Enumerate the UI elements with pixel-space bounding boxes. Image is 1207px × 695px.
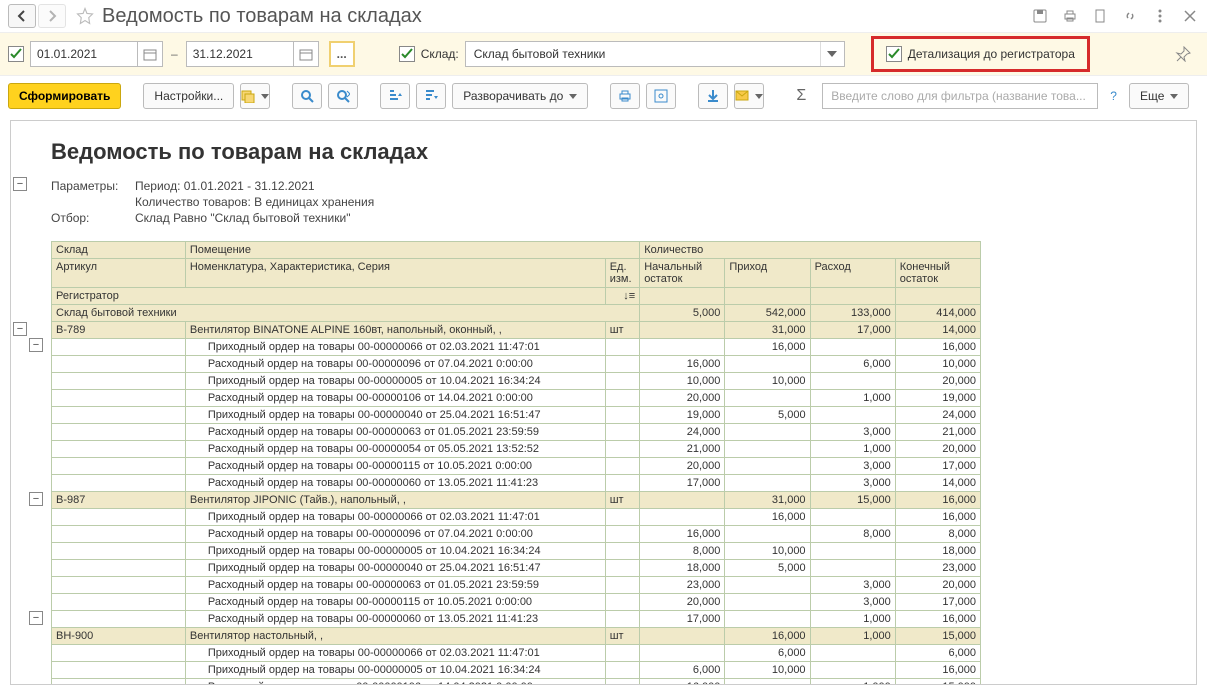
th-qty[interactable]: Количество xyxy=(640,242,981,259)
close-icon[interactable] xyxy=(1181,7,1199,25)
table-row[interactable]: Расходный ордер на товары 00-00000115 от… xyxy=(52,458,981,475)
th-out[interactable]: Расход xyxy=(810,259,895,288)
table-row[interactable]: В-789Вентилятор BINATONE ALPINE 160вт, н… xyxy=(52,322,981,339)
th-register[interactable]: Регистратор xyxy=(52,288,606,305)
table-row[interactable]: Расходный ордер на товары 00-00000063 от… xyxy=(52,424,981,441)
page-preview-icon[interactable] xyxy=(1091,7,1109,25)
table-row[interactable]: Приходный ордер на товары 00-00000040 от… xyxy=(52,407,981,424)
sort-indicator-icon[interactable]: ↓≡ xyxy=(605,288,639,305)
filter-bar: 01.01.2021 – 31.12.2021 ... Склад: Склад… xyxy=(0,32,1207,76)
table-row[interactable]: Расходный ордер на товары 00-00000060 от… xyxy=(52,475,981,492)
table-row[interactable]: Приходный ордер на товары 00-00000066 от… xyxy=(52,645,981,662)
report-area[interactable]: − − − − − Ведомость по товарам на склада… xyxy=(10,120,1197,685)
filter-value: Склад Равно "Склад бытовой техники" xyxy=(135,211,350,225)
expand-all-icon[interactable] xyxy=(380,83,410,109)
find-next-button[interactable] xyxy=(328,83,358,109)
settings-variants-button[interactable] xyxy=(240,83,270,109)
print-button[interactable] xyxy=(610,83,640,109)
settings-button[interactable]: Настройки... xyxy=(143,83,234,109)
generate-button[interactable]: Сформировать xyxy=(8,83,121,109)
back-button[interactable] xyxy=(8,4,36,28)
page-title: Ведомость по товарам на складах xyxy=(102,5,1031,28)
print-icon[interactable] xyxy=(1061,7,1079,25)
th-nomen[interactable]: Номенклатура, Характеристика, Серия xyxy=(185,259,605,288)
th-end[interactable]: Конечный остаток xyxy=(895,259,980,288)
table-row[interactable]: Расходный ордер на товары 00-00000096 от… xyxy=(52,526,981,543)
table-row[interactable]: Расходный ордер на товары 00-00000096 от… xyxy=(52,356,981,373)
table-row[interactable]: Приходный ордер на товары 00-00000040 от… xyxy=(52,560,981,577)
th-in[interactable]: Приход xyxy=(725,259,810,288)
calendar-to-icon[interactable] xyxy=(293,41,319,67)
th-warehouse[interactable]: Склад xyxy=(52,242,186,259)
detail-checkbox[interactable] xyxy=(886,46,902,62)
pin-icon[interactable] xyxy=(1175,46,1191,62)
date-from-input[interactable]: 01.01.2021 xyxy=(30,41,138,67)
collapse-toggle-1[interactable]: − xyxy=(13,177,27,191)
report-table: Склад Помещение Количество Артикул Номен… xyxy=(51,241,981,685)
th-article[interactable]: Артикул xyxy=(52,259,186,288)
detail-to-register-option: Детализация до регистратора xyxy=(871,36,1090,72)
table-row[interactable]: Расходный ордер на товары 00-00000060 от… xyxy=(52,611,981,628)
warehouse-label: Склад: xyxy=(421,47,459,61)
toolbar: Сформировать Настройки... Разворачивать … xyxy=(0,76,1207,116)
table-row[interactable]: Расходный ордер на товары 00-00000115 от… xyxy=(52,594,981,611)
warehouse-combo[interactable]: Склад бытовой техники xyxy=(465,41,845,67)
dropdown-arrow-icon[interactable] xyxy=(820,42,844,66)
table-row[interactable]: Расходный ордер на товары 00-00000106 от… xyxy=(52,679,981,686)
period-checkbox[interactable] xyxy=(8,46,24,62)
table-row[interactable]: Приходный ордер на товары 00-00000005 от… xyxy=(52,373,981,390)
warehouse-value: Склад бытовой техники xyxy=(466,47,820,61)
collapse-all-icon[interactable] xyxy=(416,83,446,109)
collapse-toggle-3[interactable]: − xyxy=(29,338,43,352)
kebab-menu-icon[interactable] xyxy=(1151,7,1169,25)
report-title: Ведомость по товарам на складах xyxy=(51,139,1196,165)
table-row[interactable]: Приходный ордер на товары 00-00000066 от… xyxy=(52,509,981,526)
params-value-1: Количество товаров: В единицах хранения xyxy=(135,195,374,209)
table-row[interactable]: Приходный ордер на товары 00-00000005 от… xyxy=(52,543,981,560)
title-bar: Ведомость по товарам на складах xyxy=(0,0,1207,32)
th-start[interactable]: Начальный остаток xyxy=(640,259,725,288)
table-row[interactable]: Приходный ордер на товары 00-00000066 от… xyxy=(52,339,981,356)
table-row[interactable]: Приходный ордер на товары 00-00000005 от… xyxy=(52,662,981,679)
preview-button[interactable] xyxy=(646,83,676,109)
params-label: Параметры: xyxy=(51,179,135,193)
params-value-0: Период: 01.01.2021 - 31.12.2021 xyxy=(135,179,315,193)
collapse-toggle-2[interactable]: − xyxy=(13,322,27,336)
detail-label: Детализация до регистратора xyxy=(908,47,1075,61)
expand-to-button[interactable]: Разворачивать до xyxy=(452,83,588,109)
date-to-input[interactable]: 31.12.2021 xyxy=(186,41,294,67)
collapse-toggle-4[interactable]: − xyxy=(29,492,43,506)
table-row[interactable]: ВН-900Вентилятор настольный, ,шт16,0001,… xyxy=(52,628,981,645)
save-report-button[interactable] xyxy=(698,83,728,109)
collapse-toggle-5[interactable]: − xyxy=(29,611,43,625)
help-icon[interactable]: ? xyxy=(1110,89,1117,103)
table-row[interactable]: Расходный ордер на товары 00-00000054 от… xyxy=(52,441,981,458)
save-icon[interactable] xyxy=(1031,7,1049,25)
th-room[interactable]: Помещение xyxy=(185,242,639,259)
find-button[interactable] xyxy=(292,83,322,109)
filter-label: Отбор: xyxy=(51,211,135,225)
sum-button[interactable]: Σ xyxy=(786,83,816,109)
more-button[interactable]: Еще xyxy=(1129,83,1189,109)
warehouse-checkbox[interactable] xyxy=(399,46,415,62)
table-row[interactable]: Расходный ордер на товары 00-00000106 от… xyxy=(52,390,981,407)
calendar-from-icon[interactable] xyxy=(137,41,163,67)
table-row[interactable]: Расходный ордер на товары 00-00000063 от… xyxy=(52,577,981,594)
forward-button[interactable] xyxy=(38,4,66,28)
period-select-button[interactable]: ... xyxy=(329,41,355,67)
table-row[interactable]: Склад бытовой техники5,000542,000133,000… xyxy=(52,305,981,322)
th-unit[interactable]: Ед. изм. xyxy=(605,259,639,288)
send-button[interactable] xyxy=(734,83,764,109)
link-icon[interactable] xyxy=(1121,7,1139,25)
favorite-star-icon[interactable] xyxy=(74,5,96,27)
filter-search-input[interactable]: Введите слово для фильтра (название това… xyxy=(822,83,1098,109)
table-row[interactable]: В-987Вентилятор JIPONIC (Тайв.), напольн… xyxy=(52,492,981,509)
